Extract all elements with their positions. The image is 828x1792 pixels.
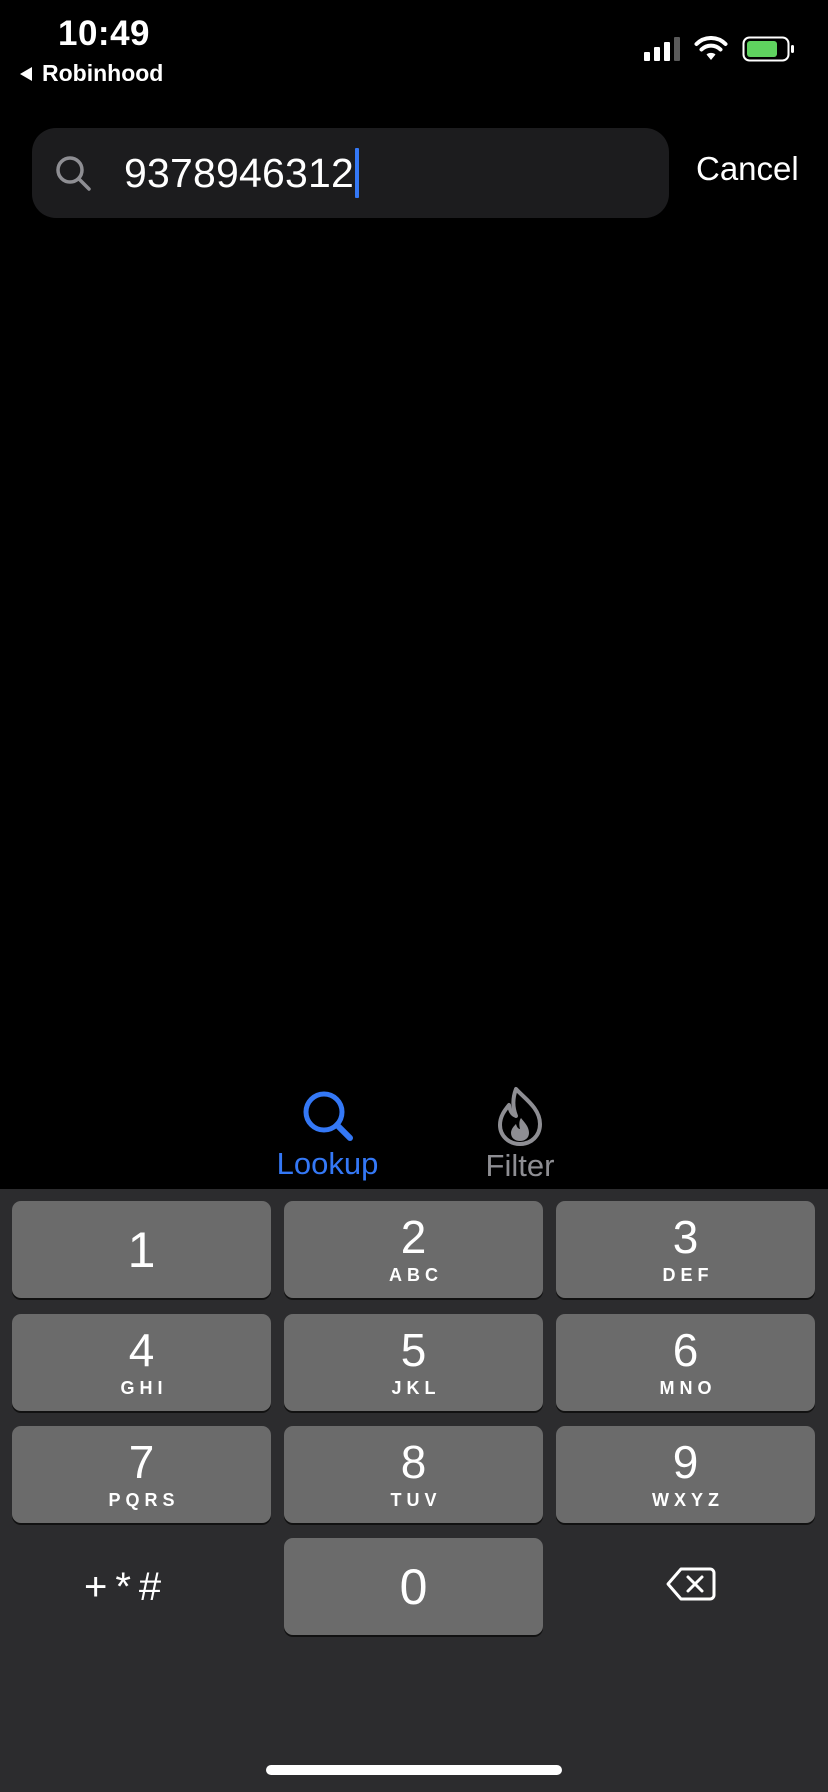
- key-digit: 5: [400, 1323, 427, 1376]
- key-letters: TUV: [390, 1489, 442, 1510]
- flame-icon: [498, 1087, 542, 1146]
- phone-screen: 10:49 Robinhood 9378946312 Cancel Lookup…: [0, 0, 828, 1792]
- back-to-app-link[interactable]: Robinhood: [20, 60, 163, 87]
- cellular-signal-icon: [644, 37, 680, 61]
- key-letters: ABC: [389, 1264, 443, 1285]
- search-field-container[interactable]: 9378946312: [32, 128, 669, 218]
- key-digit: 9: [672, 1435, 699, 1488]
- key-letters: MNO: [659, 1377, 717, 1398]
- key-5[interactable]: 5 JKL: [284, 1314, 543, 1411]
- key-digit: 4: [128, 1323, 155, 1376]
- wifi-icon: [694, 36, 728, 60]
- key-6[interactable]: 6 MNO: [556, 1314, 815, 1411]
- text-cursor: [355, 148, 360, 198]
- key-letters: JKL: [391, 1377, 441, 1398]
- key-digit: 0: [399, 1558, 428, 1615]
- key-letters: WXYZ: [652, 1489, 724, 1510]
- key-2[interactable]: 2 ABC: [284, 1201, 543, 1298]
- battery-icon: [742, 36, 794, 62]
- search-input-value: 9378946312: [124, 149, 355, 196]
- key-7[interactable]: 7 PQRS: [12, 1426, 271, 1523]
- home-indicator[interactable]: [266, 1765, 562, 1775]
- key-8[interactable]: 8 TUV: [284, 1426, 543, 1523]
- tab-lookup[interactable]: Lookup: [270, 1088, 385, 1182]
- status-time: 10:49: [58, 14, 151, 53]
- numeric-keypad: 1 2 ABC 3 DEF 4 GHI 5 JKL 6 MNO 7 PQRS 8…: [0, 1189, 828, 1792]
- key-letters: DEF: [662, 1264, 714, 1285]
- key-digit: 7: [128, 1435, 155, 1488]
- key-3[interactable]: 3 DEF: [556, 1201, 815, 1298]
- key-4[interactable]: 4 GHI: [12, 1314, 271, 1411]
- key-9[interactable]: 9 WXYZ: [556, 1426, 815, 1523]
- key-digit: 2: [400, 1210, 427, 1263]
- key-digit: 3: [672, 1210, 699, 1263]
- backspace-icon[interactable]: [666, 1566, 716, 1602]
- search-input[interactable]: 9378946312: [124, 146, 360, 200]
- key-digit: 8: [400, 1435, 427, 1488]
- key-letters: GHI: [120, 1377, 168, 1398]
- tab-filter[interactable]: Filter: [470, 1086, 570, 1184]
- magnifier-icon: [303, 1091, 353, 1141]
- symbols-key[interactable]: +*#: [84, 1565, 169, 1610]
- key-digit: 6: [672, 1323, 699, 1376]
- search-icon: [56, 156, 91, 191]
- cancel-button[interactable]: Cancel: [696, 150, 799, 188]
- back-arrow-icon: [20, 66, 32, 81]
- back-app-label: Robinhood: [42, 60, 164, 86]
- key-letters: PQRS: [108, 1489, 180, 1510]
- status-indicators: [644, 36, 796, 62]
- tab-lookup-label: Lookup: [276, 1146, 379, 1181]
- key-digit: 1: [127, 1221, 156, 1278]
- key-0[interactable]: 0: [284, 1538, 543, 1635]
- key-1[interactable]: 1: [12, 1201, 271, 1298]
- tab-filter-label: Filter: [485, 1148, 555, 1183]
